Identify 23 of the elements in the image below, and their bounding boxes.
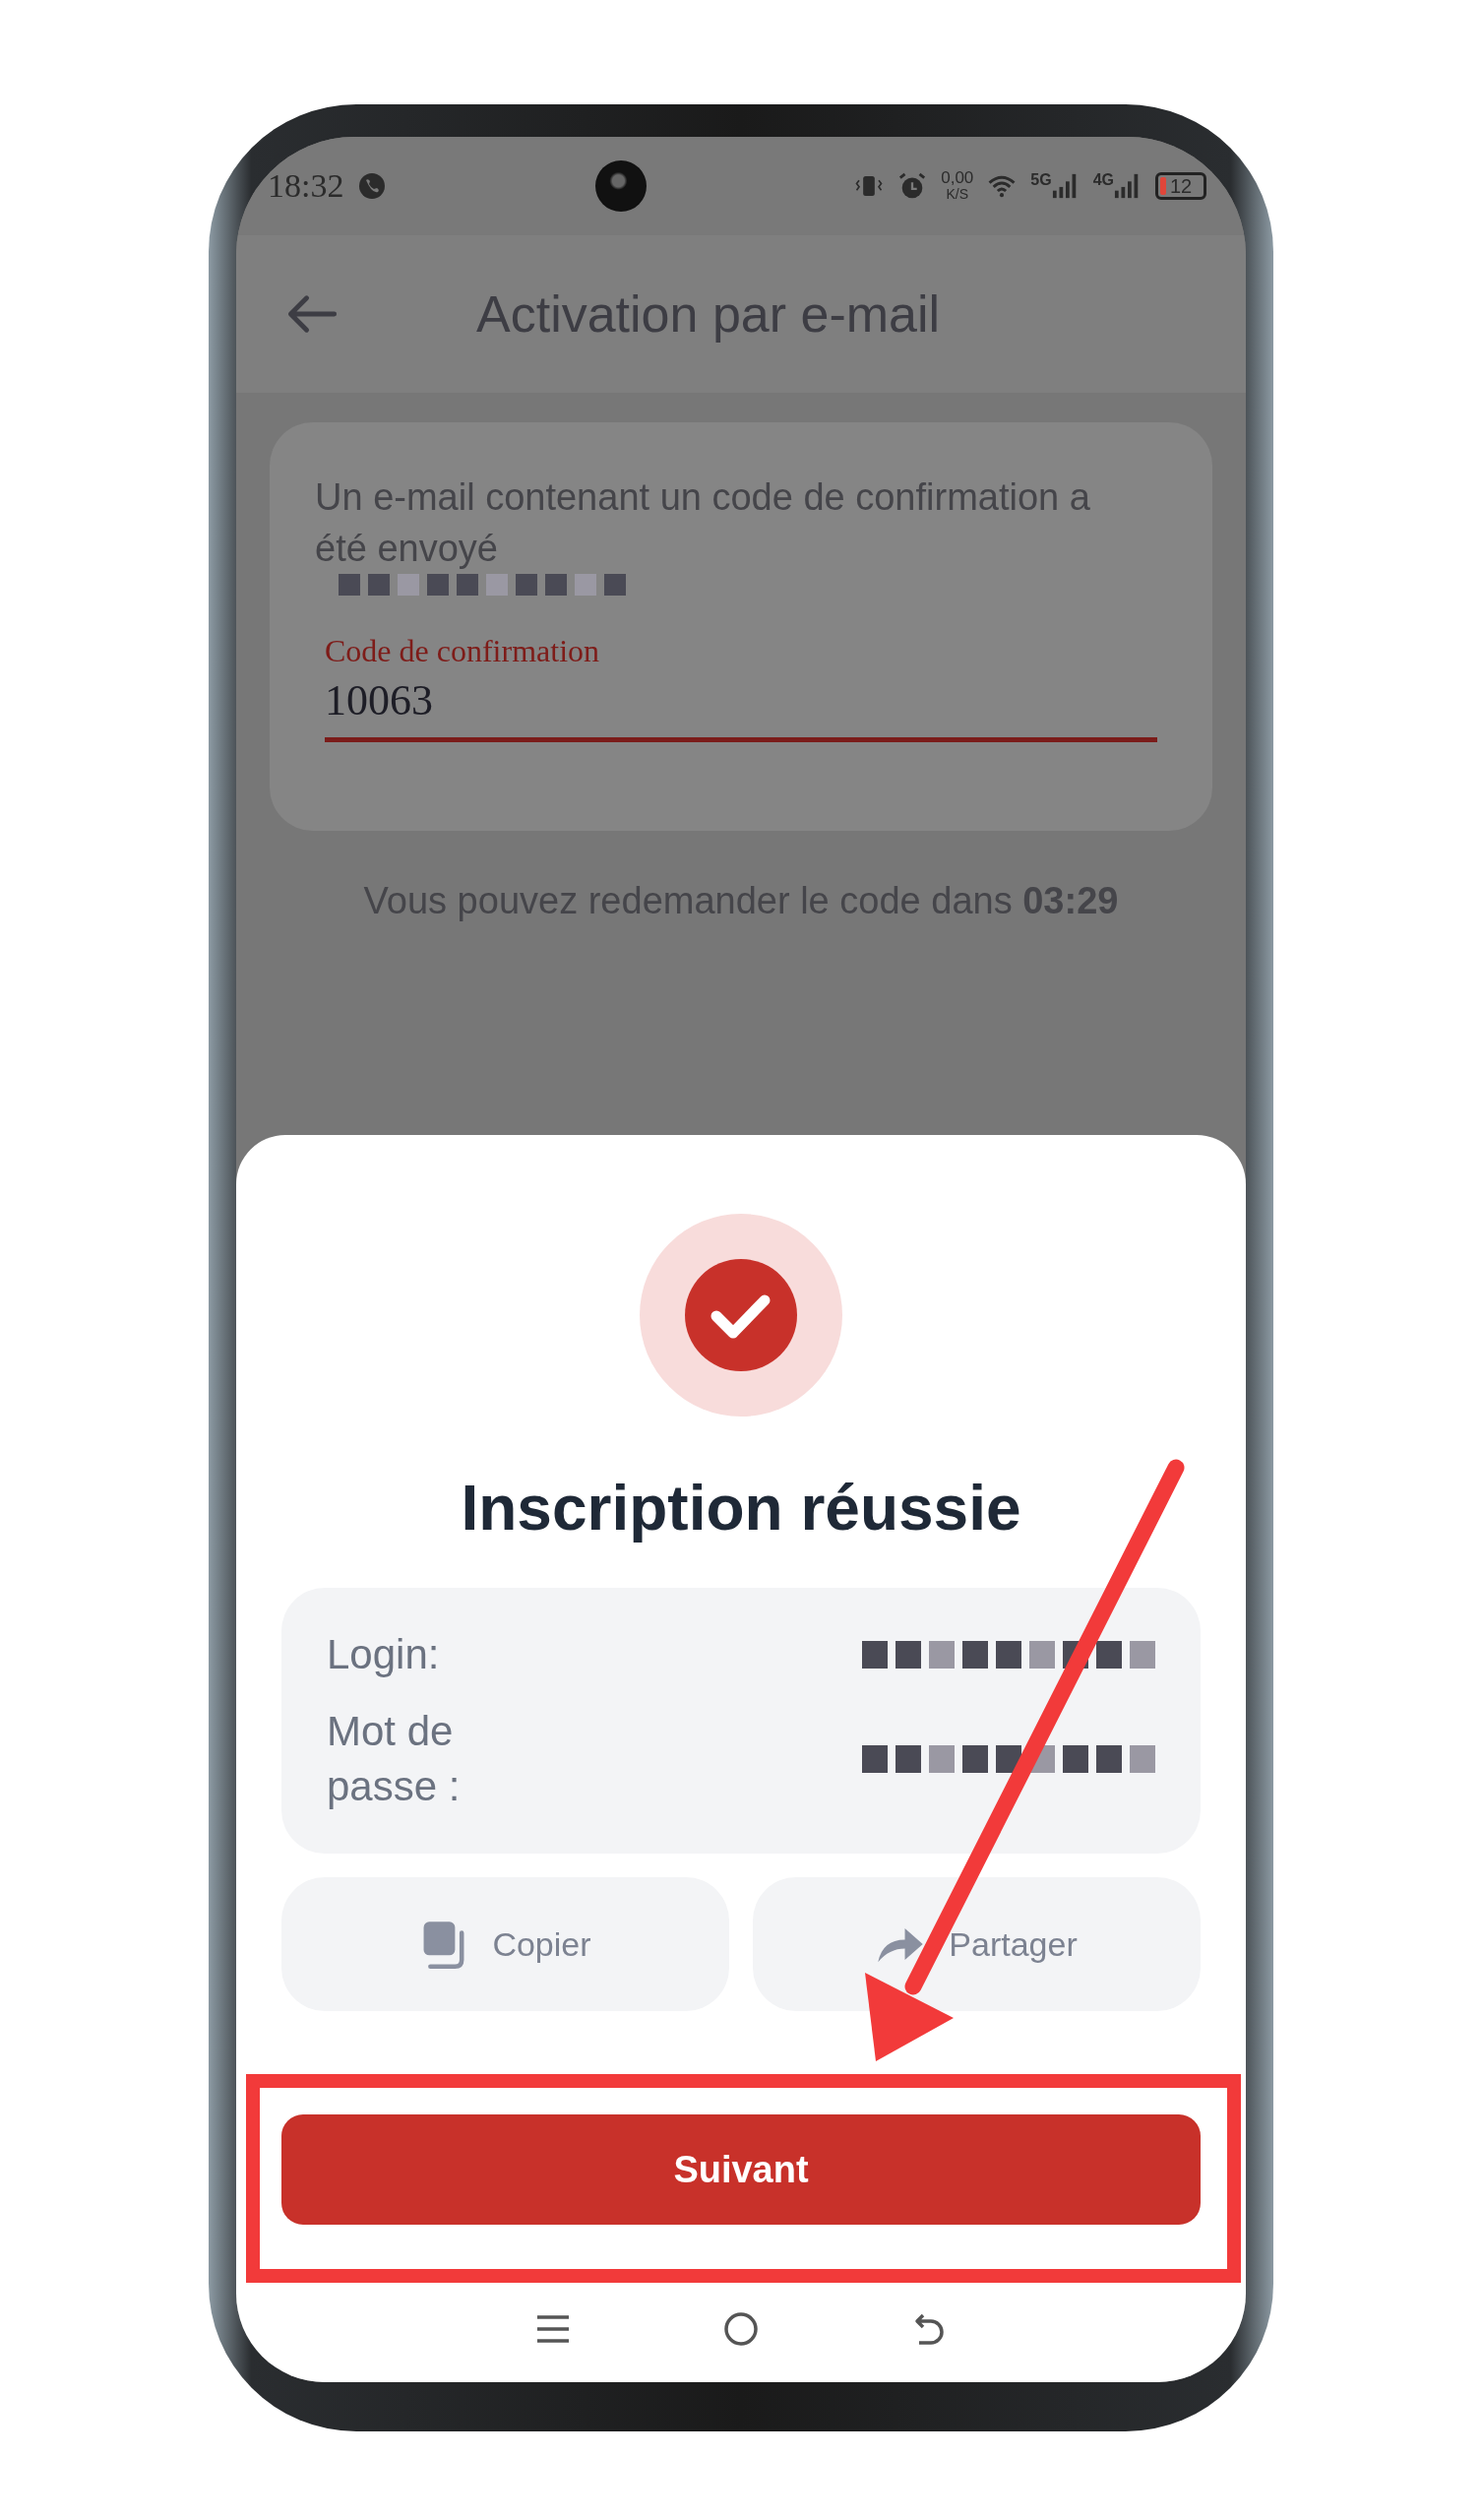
share-button[interactable]: Partager: [753, 1877, 1201, 2011]
success-check-icon: [640, 1214, 842, 1417]
info-message: Un e-mail contenant un code de confirmation a été envoyé: [315, 475, 1091, 571]
code-field[interactable]: Code de confirmation 10063: [325, 633, 1157, 742]
dialog-title: Inscription réussie: [461, 1472, 1021, 1544]
network-type: 5G: [1030, 171, 1052, 189]
network-speed: 0,00: [941, 169, 974, 186]
phone-call-icon: [357, 171, 388, 201]
next-button[interactable]: Suivant: [281, 2114, 1201, 2225]
alarm-icon: [897, 171, 928, 201]
back-arrow-icon[interactable]: [285, 292, 339, 336]
camera-icon: [594, 160, 647, 212]
field-label: Code de confirmation: [325, 633, 601, 669]
field-value: 10063: [325, 675, 434, 725]
home-icon[interactable]: [721, 2309, 761, 2349]
copy-button[interactable]: Copier: [281, 1877, 729, 2011]
battery-level: 12: [1169, 175, 1193, 197]
credential-label: Mot de passe :: [327, 1707, 462, 1811]
screen-title: Activation par e-mail: [476, 284, 941, 344]
status-time: 18:32: [268, 167, 344, 205]
credential-label: Login:: [327, 1630, 440, 1679]
speed-unit: K/S: [946, 186, 969, 203]
network-type: 4G: [1092, 171, 1114, 189]
